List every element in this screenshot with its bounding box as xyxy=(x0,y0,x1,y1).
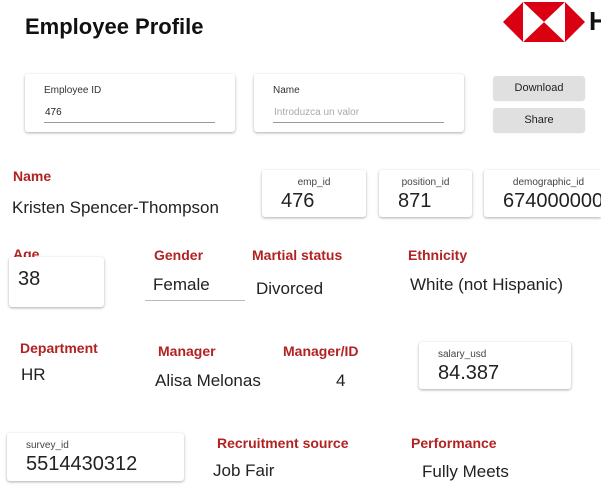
survey-id-label: survey_id xyxy=(26,440,69,451)
emp-id-value: 476 xyxy=(281,190,315,212)
download-button[interactable]: Download xyxy=(493,76,585,100)
age-card: 38 xyxy=(9,257,104,307)
name-search-input[interactable] xyxy=(273,103,444,123)
age-value: 38 xyxy=(18,268,41,290)
name-search-card: Name xyxy=(254,74,464,132)
name-label: Name xyxy=(13,168,52,184)
department-value: HR xyxy=(21,365,46,384)
demographic-id-value: 674000000 xyxy=(503,190,601,212)
page-title: Employee Profile xyxy=(25,14,204,39)
manager-label: Manager xyxy=(158,343,216,359)
ethnicity-label: Ethnicity xyxy=(408,247,468,263)
demographic-id-label: demographic_id xyxy=(512,177,585,188)
logo-letter: H xyxy=(589,6,601,36)
marital-status-label: Martial status xyxy=(252,247,343,263)
salary-usd-value: 84.387 xyxy=(438,362,500,384)
performance-value: Fully Meets xyxy=(422,462,509,481)
employee-id-label: Employee ID xyxy=(44,85,102,96)
recruitment-source-value: Job Fair xyxy=(213,461,275,480)
gender-value: Female xyxy=(145,275,245,301)
gender-label: Gender xyxy=(154,247,204,263)
ethnicity-value: White (not Hispanic) xyxy=(410,275,564,294)
employee-id-input[interactable] xyxy=(44,103,215,123)
salary-usd-label: salary_usd xyxy=(438,349,487,360)
manager-id-label: Manager/ID xyxy=(283,343,359,359)
demographic-id-card: demographic_id 674000000 xyxy=(484,170,601,217)
share-button[interactable]: Share xyxy=(493,108,585,132)
name-value: Kristen Spencer-Thompson xyxy=(12,198,219,217)
performance-label: Performance xyxy=(411,435,497,451)
manager-id-value: 4 xyxy=(336,371,346,390)
position-id-value: 871 xyxy=(398,190,432,212)
hexagon-logo-icon xyxy=(503,2,585,42)
name-search-label: Name xyxy=(273,85,300,96)
survey-id-value: 5514430312 xyxy=(26,453,138,475)
emp-id-card: emp_id 476 xyxy=(262,170,366,217)
manager-value: Alisa Melonas xyxy=(155,371,261,390)
department-label: Department xyxy=(20,340,98,356)
recruitment-source-label: Recruitment source xyxy=(217,435,349,451)
brand-logo: H xyxy=(503,0,601,44)
marital-status-value: Divorced xyxy=(256,279,324,298)
emp-id-label: emp_id xyxy=(297,177,331,188)
survey-id-card: survey_id 5514430312 xyxy=(7,433,184,481)
position-id-label: position_id xyxy=(401,177,450,188)
salary-usd-card: salary_usd 84.387 xyxy=(419,342,571,389)
position-id-card: position_id 871 xyxy=(379,170,472,217)
employee-id-card: Employee ID xyxy=(25,74,235,132)
